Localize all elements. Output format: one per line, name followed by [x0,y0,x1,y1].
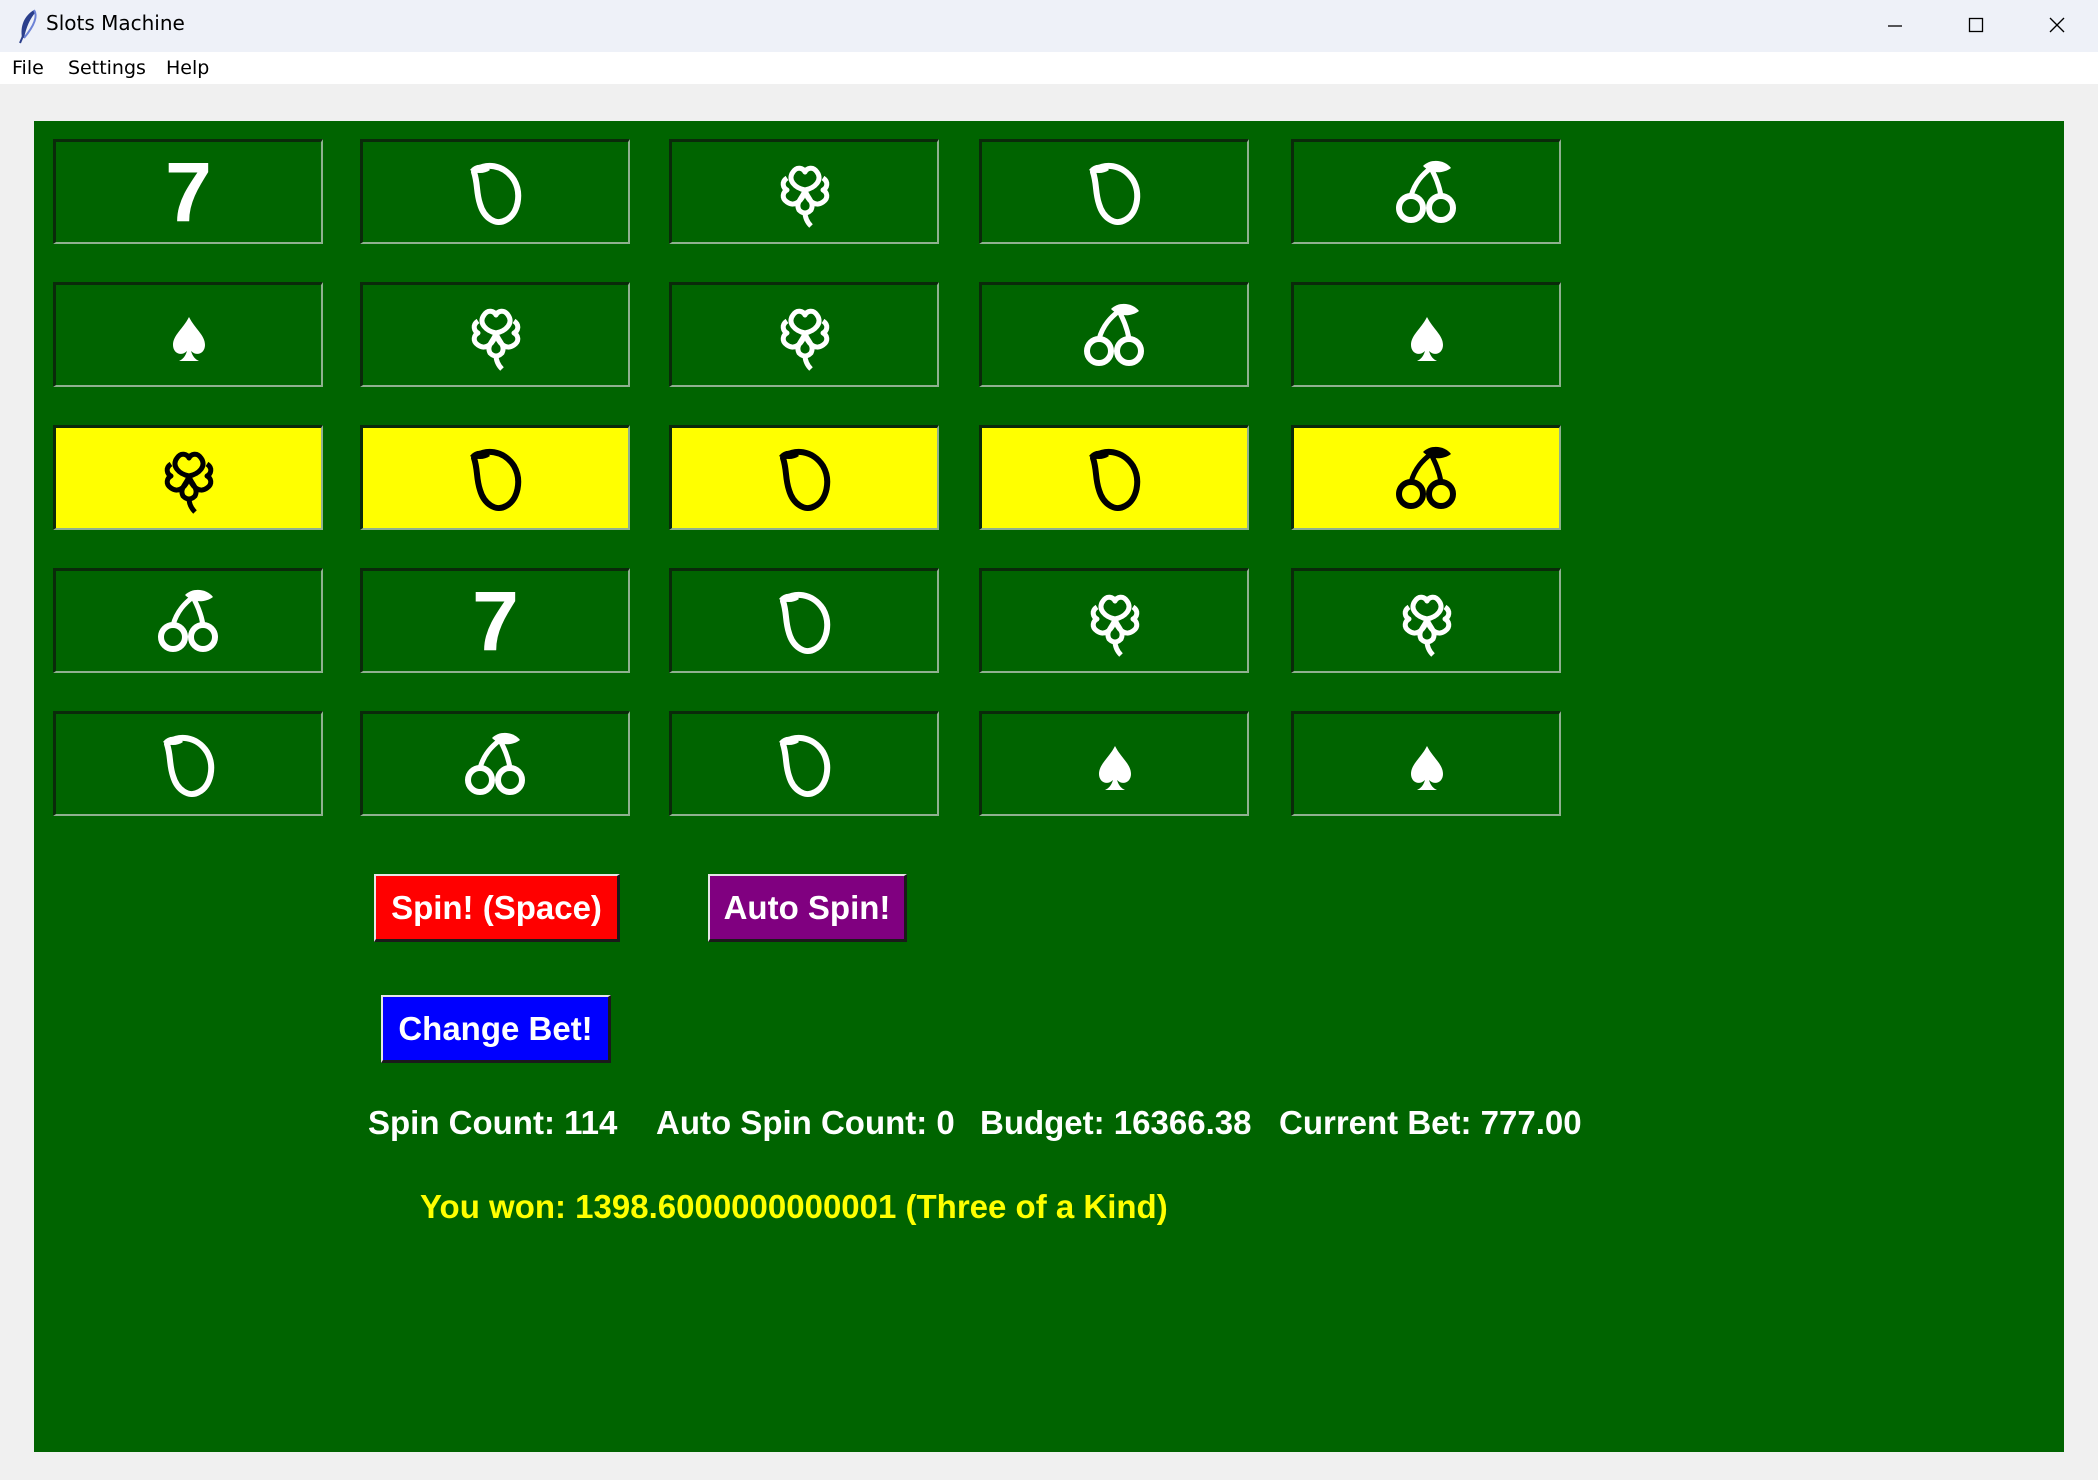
menu-settings[interactable]: Settings [68,57,146,79]
reel-cell-r3-c1 [53,425,323,530]
lemon-icon [778,734,830,797]
reel-cell-r1-c3 [669,139,939,244]
lemon-icon [469,448,521,511]
minimize-button[interactable] [1856,0,1936,52]
reel-cell-r2-c4 [979,282,1249,387]
lemon-icon [778,591,830,654]
window-title: Slots Machine [46,11,185,35]
reel-cell-r4-c5 [1291,568,1561,673]
reel-cell-r1-c4 [979,139,1249,244]
spade-icon [1410,746,1443,790]
title-bar: Slots Machine [0,0,2098,52]
reel-cell-r5-c1 [53,711,323,816]
reel-cell-r3-c2 [360,425,630,530]
menu-help[interactable]: Help [166,57,209,79]
feather-icon [19,9,37,44]
reel-cell-r4-c2: 7 [360,568,630,673]
maximize-icon [1968,17,1984,33]
close-button[interactable] [2018,0,2098,52]
lemon-icon [778,448,830,511]
reel-cell-r2-c2 [360,282,630,387]
clover-icon [780,165,829,228]
clover-icon [164,451,213,514]
clover-icon [1402,594,1451,657]
maximize-button[interactable] [1937,0,2017,52]
reel-cell-r3-c3 [669,425,939,530]
reel-cell-r1-c5 [1291,139,1561,244]
reel-cell-r4-c1 [53,568,323,673]
seven-symbol: 7 [472,574,519,668]
reel-cell-r5-c5 [1291,711,1561,816]
reel-cell-r1-c2 [360,139,630,244]
reel-cell-r3-c4 [979,425,1249,530]
reel-cell-r4-c4 [979,568,1249,673]
cherry-icon [464,732,525,795]
clover-icon [471,308,520,371]
reel-cell-r1-c1: 7 [53,139,323,244]
current-bet: Current Bet: 777.00 [1279,1104,1582,1141]
reel-cell-r5-c4 [979,711,1249,816]
spade-icon [1098,746,1131,790]
reel-cell-r3-c5 [1291,425,1561,530]
change-bet-button[interactable]: Change Bet! [381,995,611,1063]
spin-count: Spin Count: 114 [368,1104,618,1141]
cherry-icon [1395,446,1456,509]
menu-bar: File Settings Help [0,52,2098,84]
clover-icon [780,308,829,371]
reel-cell-r4-c3 [669,568,939,673]
spin-button[interactable]: Spin! (Space) [374,874,620,942]
auto-spin-button[interactable]: Auto Spin! [708,874,907,942]
lemon-icon [1088,448,1140,511]
cherry-icon [1083,303,1144,366]
spade-icon [172,317,205,361]
reel-cell-r2-c5 [1291,282,1561,387]
menu-file[interactable]: File [12,57,44,79]
close-icon [2049,17,2065,33]
cherry-icon [1395,160,1456,223]
minimize-icon [1888,25,1902,27]
reel-cell-r5-c3 [669,711,939,816]
reel-cell-r5-c2 [360,711,630,816]
spade-icon [1410,317,1443,361]
lemon-icon [1088,162,1140,225]
reel-cell-r2-c3 [669,282,939,387]
lemon-icon [162,734,214,797]
cherry-icon [157,589,218,652]
clover-icon [1090,594,1139,657]
auto-spin-count: Auto Spin Count: 0 [656,1104,955,1141]
budget: Budget: 16366.38 [980,1104,1252,1141]
lemon-icon [469,162,521,225]
reel-cell-r2-c1 [53,282,323,387]
win-result: You won: 1398.6000000000001 (Three of a … [420,1188,1168,1225]
seven-symbol: 7 [165,145,212,239]
